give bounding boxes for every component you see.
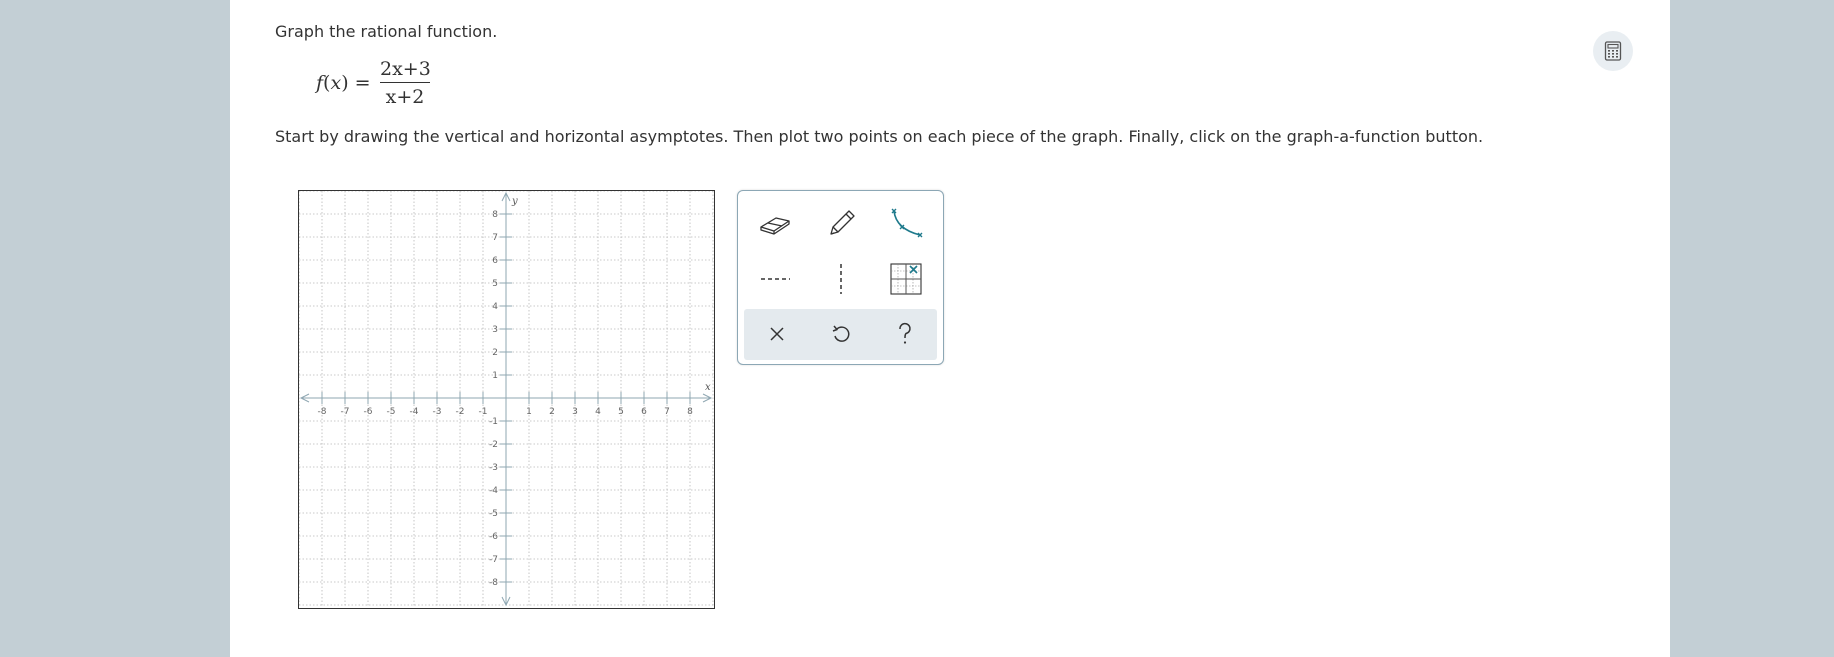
fraction-bar: [380, 82, 430, 83]
horizontal-asymptote-tool[interactable]: [750, 256, 800, 302]
help-button[interactable]: [880, 311, 930, 357]
y-tick-label: 8: [492, 210, 498, 220]
coordinate-plane[interactable]: -8 -7 -6 -5 -4 -3 -2 -1 1 2 3 4 5 6 7 8 8 7 6 5 4 3 2 1 -1 -2 -3 -4…: [298, 190, 715, 609]
question-panel: Graph the rational function. f(x) = 2x+3…: [230, 0, 1670, 657]
point-grid-tool[interactable]: [881, 256, 931, 302]
x-axis-label: x: [705, 382, 711, 393]
eraser-tool[interactable]: [750, 201, 800, 247]
help-icon: [899, 322, 911, 344]
equation-numerator: 2x+3: [380, 58, 431, 80]
y-tick-label: 4: [492, 302, 498, 312]
y-tick-label: -7: [489, 555, 498, 565]
clear-button[interactable]: [752, 311, 802, 357]
y-tick-label: -3: [489, 463, 498, 473]
y-tick-label: 7: [492, 233, 498, 243]
x-tick-label: -2: [456, 407, 465, 417]
horizontal-asymptote-icon: [761, 278, 790, 280]
x-tick-label: -4: [410, 407, 419, 417]
equation-fraction: 2x+3 x+2: [380, 57, 431, 108]
curve-graph-tool[interactable]: [881, 201, 931, 247]
x-tick-label: 8: [687, 407, 693, 417]
y-tick-label: -6: [489, 532, 498, 542]
x-tick-label: 5: [618, 407, 624, 417]
clear-icon: [770, 327, 784, 341]
y-tick-label: 6: [492, 256, 498, 266]
y-tick-label: 1: [492, 371, 498, 381]
undo-button[interactable]: [816, 311, 866, 357]
graph-area[interactable]: -8 -7 -6 -5 -4 -3 -2 -1 1 2 3 4 5 6 7 8 8 7 6 5 4 3 2 1 -1 -2 -3 -4…: [298, 190, 715, 609]
x-tick-label: 3: [572, 407, 578, 417]
eraser-icon: [760, 217, 790, 235]
x-tick-label: -6: [364, 407, 373, 417]
curve-graph-icon: [891, 208, 923, 238]
undo-icon: [832, 325, 850, 342]
y-axis-label: y: [511, 196, 518, 207]
y-tick-label: -2: [489, 440, 498, 450]
y-tick-label: 5: [492, 279, 498, 289]
graph-instructions: Start by drawing the vertical and horizo…: [275, 127, 1484, 146]
vertical-asymptote-tool[interactable]: [816, 256, 866, 302]
point-grid-icon: [890, 263, 922, 295]
x-tick-label: -1: [479, 407, 488, 417]
y-tick-label: -4: [489, 486, 498, 496]
x-tick-label: 1: [526, 407, 532, 417]
question-prompt: Graph the rational function.: [275, 22, 498, 41]
x-tick-label: -7: [341, 407, 350, 417]
x-tick-label: 2: [549, 407, 555, 417]
calculator-button[interactable]: [1593, 31, 1633, 71]
pencil-icon: [830, 210, 855, 235]
pencil-tool[interactable]: [816, 201, 866, 247]
vertical-asymptote-icon: [840, 264, 842, 294]
toolbox-actions: [744, 309, 937, 360]
x-tick-label: -5: [387, 407, 396, 417]
y-tick-label: -8: [489, 578, 498, 588]
x-tick-label: 7: [664, 407, 670, 417]
y-tick-label: 3: [492, 325, 498, 335]
y-tick-label: 2: [492, 348, 498, 358]
x-tick-label: -3: [433, 407, 442, 417]
graph-toolbox: [737, 190, 944, 365]
y-tick-label: -1: [489, 417, 498, 427]
x-tick-label: 6: [641, 407, 647, 417]
calculator-icon: [1604, 41, 1622, 61]
y-tick-label: -5: [489, 509, 498, 519]
x-tick-label: -8: [318, 407, 327, 417]
equation-lhs: f(x) =: [316, 72, 371, 94]
x-tick-label: 4: [595, 407, 601, 417]
equation-denominator: x+2: [385, 86, 425, 108]
